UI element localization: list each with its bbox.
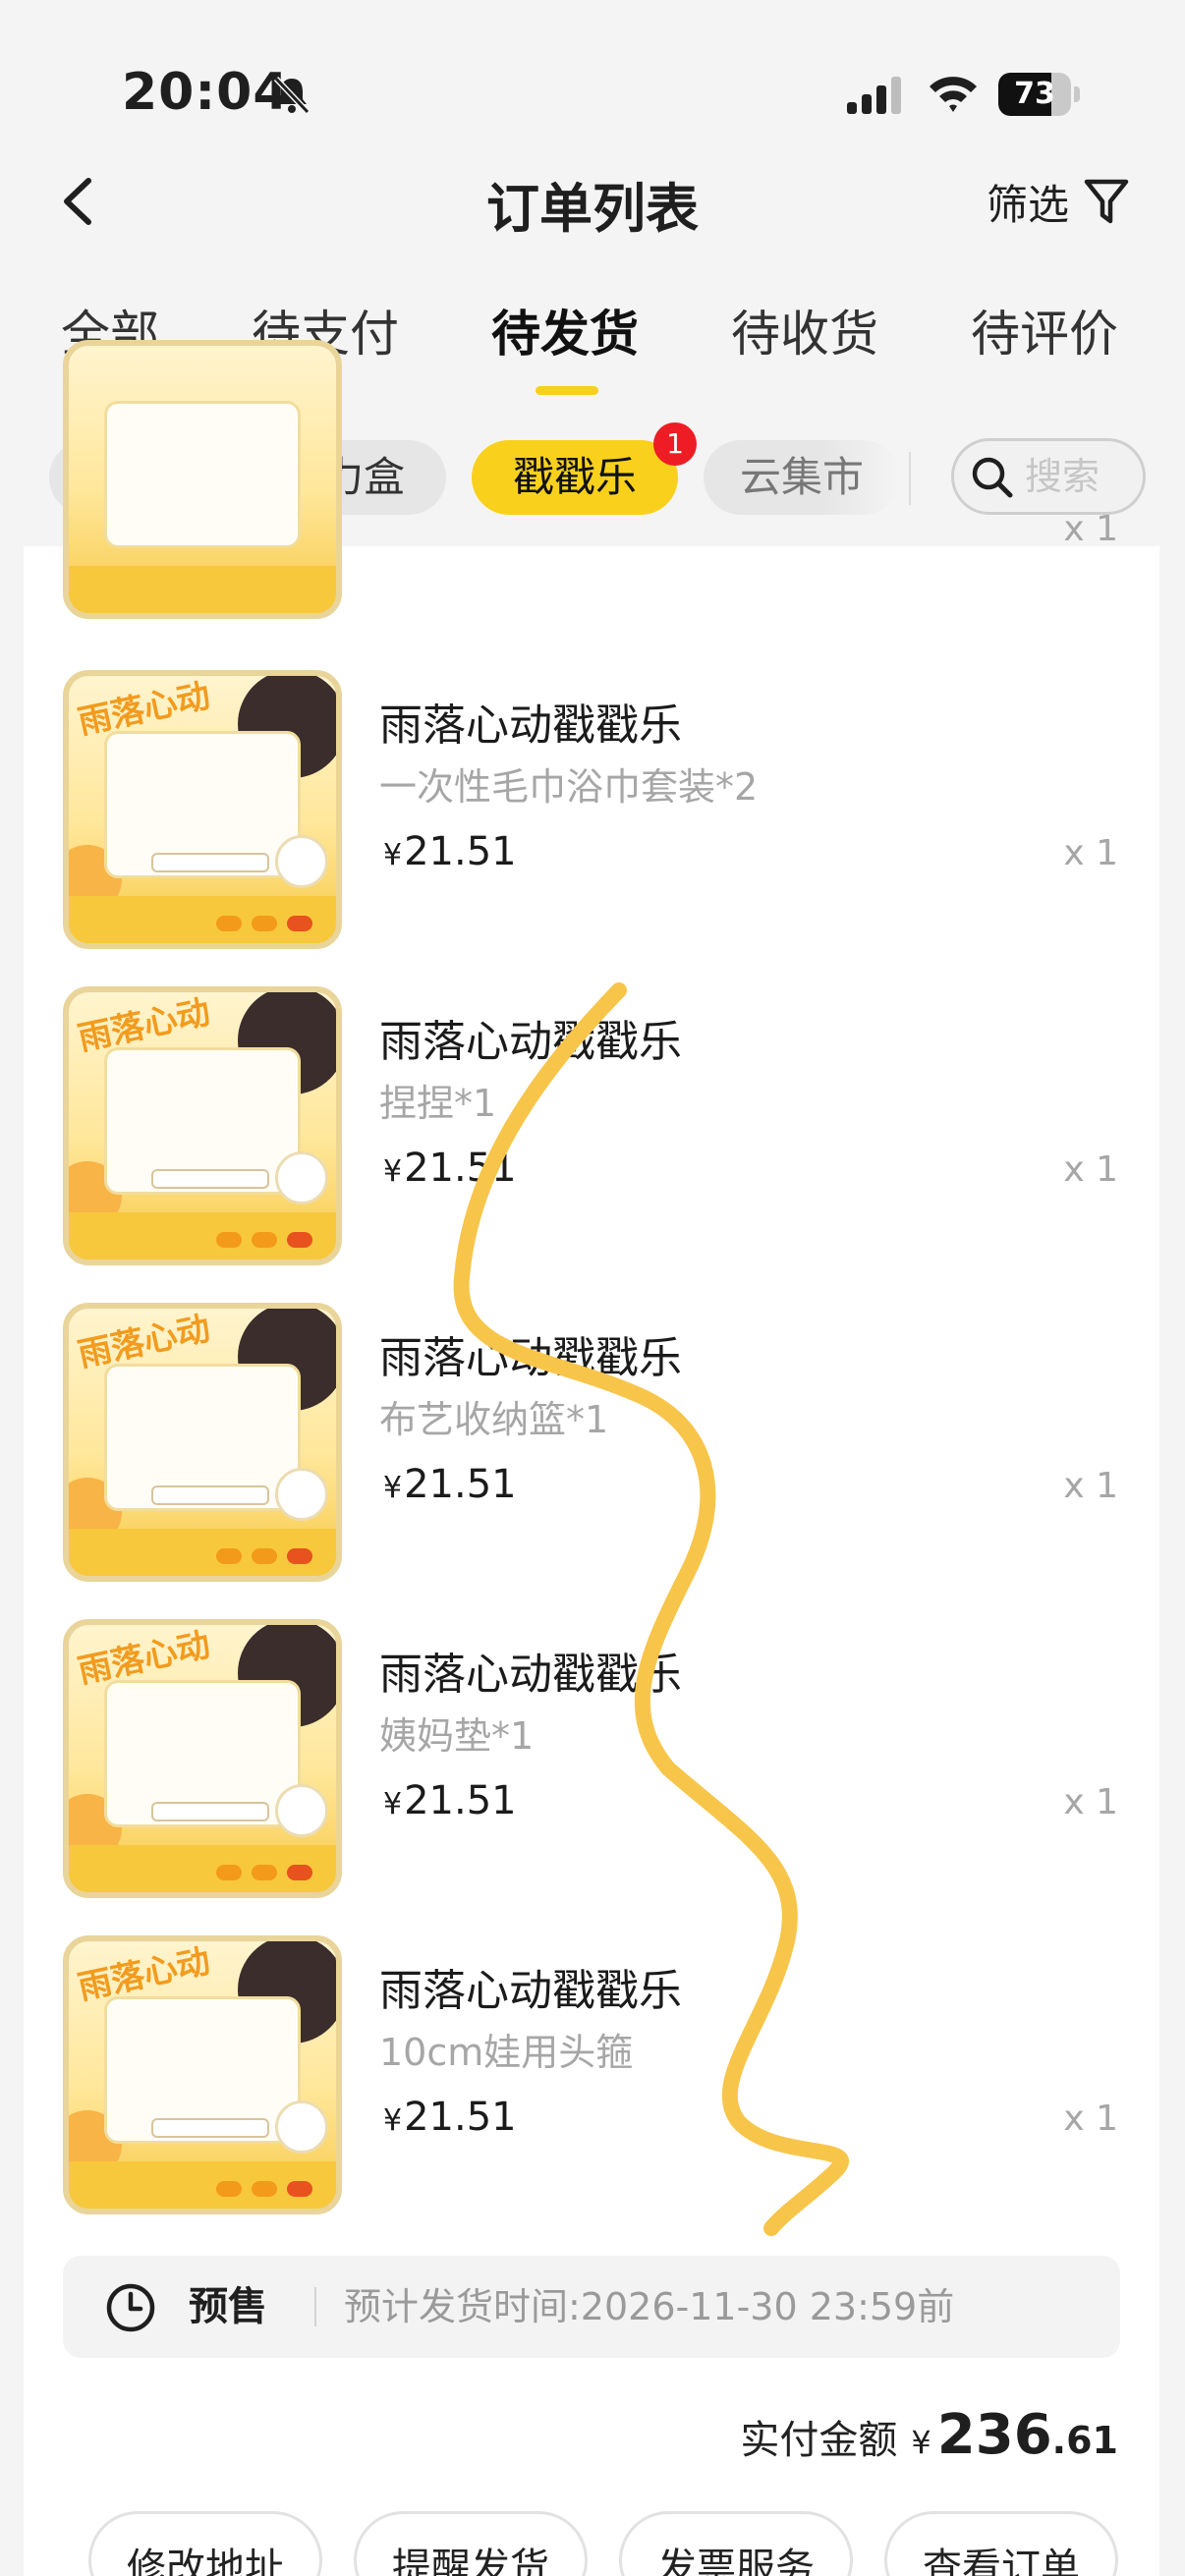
item-title: 雨落心动戳戳乐 [379, 1966, 682, 2016]
currency-symbol: ¥ [383, 2103, 403, 2138]
invoice-service-button[interactable]: 发票服务 [619, 2511, 853, 2576]
currency-symbol: ¥ [383, 838, 403, 872]
item-quantity: x 1 [1063, 509, 1118, 549]
product-thumbnail: 雨落心动 [63, 986, 342, 1265]
total-integer: 236 [936, 2403, 1052, 2467]
bunny-decoration [275, 1468, 328, 1521]
price-value: 21.51 [404, 2095, 517, 2140]
filter-label: 筛选 [987, 180, 1070, 229]
product-thumbnail: 雨落心动 [63, 1935, 342, 2214]
item-price: ¥21.51 [383, 1462, 517, 1507]
product-thumbnail: 雨落心动 [63, 1303, 342, 1582]
price-value: 21.51 [404, 1146, 517, 1191]
price-value: 21.51 [404, 829, 517, 874]
thumb-dot [287, 1548, 312, 1564]
product-image-label [151, 1802, 269, 1821]
battery-indicator: 73 [998, 73, 1080, 116]
bunny-decoration [275, 1151, 328, 1204]
bell-muted-icon [273, 76, 310, 115]
list-item[interactable]: 雨落心动 雨落心动戳戳乐一次性毛巾浴巾套装*2 ¥21.51 x 1 [24, 670, 1159, 955]
item-quantity: x 1 [1063, 1149, 1118, 1190]
item-price: ¥21.51 [383, 1778, 517, 1823]
presale-info: 预售 预计发货时间:2026-11-30 23:59前 [63, 2256, 1120, 2358]
thumb-dot [287, 916, 312, 931]
list-item[interactable]: 雨落心动 雨落心动戳戳乐 10cm娃用头箍 ¥21.51 x 1 [24, 1935, 1159, 2220]
thumb-dot [216, 1865, 242, 1880]
list-item[interactable]: 雨落心动 雨落心动戳戳乐姨妈垫*1 ¥21.51 x 1 [24, 1619, 1159, 1904]
item-title: 雨落心动戳戳乐 [379, 1017, 682, 1067]
product-image-label [151, 1169, 269, 1189]
item-spec: 10cm娃用头箍 [379, 2031, 634, 2074]
currency-symbol: ¥ [383, 1787, 403, 1821]
presale-label: 预售 [189, 2284, 267, 2329]
product-image-label [151, 853, 269, 872]
product-image-label [151, 1485, 269, 1505]
list-item[interactable]: 雨落心动 雨落心动戳戳乐布艺收纳篮*1 ¥21.51 x 1 [24, 1303, 1159, 1588]
product-thumbnail: 雨落心动 [63, 670, 342, 949]
bunny-decoration [275, 1784, 328, 1837]
thumb-dot [216, 1232, 242, 1248]
view-order-button[interactable]: 查看订单 [884, 2511, 1118, 2576]
wifi-icon [930, 77, 977, 112]
cellular-signal-icon [847, 77, 901, 114]
status-time: 20:04 [122, 63, 290, 122]
currency-symbol: ¥ [383, 1471, 403, 1505]
item-quantity: x 1 [1063, 2099, 1118, 2139]
bunny-decoration [275, 835, 328, 888]
item-spec: 一次性毛巾浴巾套装*2 [379, 765, 759, 809]
item-quantity: x 1 [1063, 1466, 1118, 1506]
thumb-dot [252, 916, 277, 931]
product-thumbnail [63, 340, 342, 619]
total-label: 实付金额 [740, 2418, 898, 2463]
thumb-dot [287, 1232, 312, 1248]
item-title: 雨落心动戳戳乐 [379, 1650, 682, 1700]
thumb-dot [252, 1865, 277, 1880]
product-thumbnail: 雨落心动 [63, 1619, 342, 1898]
order-card: x 1 雨落心动 雨落心动戳戳乐 一次性毛巾浴巾套装*2 ¥21.51 x 1 雨落心动雨… [24, 340, 1159, 2576]
thumb-dot [216, 916, 242, 931]
bunny-decoration [275, 2100, 328, 2154]
total-decimal: .61 [1051, 2419, 1118, 2462]
filter-icon [1084, 179, 1129, 224]
thumb-dot [252, 2181, 277, 2197]
item-spec: 捏捏*1 [379, 1082, 497, 1125]
item-spec: 布艺收纳篮*1 [379, 1398, 609, 1441]
thumb-dot [252, 1548, 277, 1564]
item-quantity: x 1 [1063, 1782, 1118, 1822]
battery-level: 73 [1014, 77, 1055, 111]
list-item-partial[interactable]: x 1 [24, 340, 1159, 625]
item-spec: 姨妈垫*1 [379, 1714, 535, 1758]
thumb-dot [252, 1232, 277, 1248]
item-price: ¥21.51 [383, 829, 517, 874]
item-title: 雨落心动戳戳乐 [379, 1333, 682, 1383]
item-price: ¥21.51 [383, 2095, 517, 2140]
modify-address-button[interactable]: 修改地址 [88, 2511, 322, 2576]
presale-divider [314, 2287, 316, 2326]
thumb-dot [216, 1548, 242, 1564]
thumb-dot [287, 2181, 312, 2197]
filter-button[interactable]: 筛选 [987, 167, 1130, 236]
list-item[interactable]: 雨落心动 雨落心动戳戳乐捏捏*1 ¥21.51 x 1 [24, 986, 1159, 1271]
total-paid: 实付金额 ¥ 236 .61 [740, 2403, 1118, 2467]
price-value: 21.51 [404, 1778, 517, 1823]
thumb-dot [287, 1865, 312, 1880]
currency-symbol: ¥ [383, 1154, 403, 1189]
item-quantity: x 1 [1063, 833, 1118, 873]
thumb-dot [216, 2181, 242, 2197]
product-image-label [151, 2118, 269, 2138]
clock-icon [106, 2283, 155, 2332]
price-value: 21.51 [404, 1462, 517, 1507]
estimated-shipping-time: 预计发货时间:2026-11-30 23:59前 [344, 2285, 955, 2328]
item-title: 雨落心动戳戳乐 [379, 700, 682, 751]
status-bar: 20:04 73 [0, 0, 1185, 138]
total-currency: ¥ [911, 2424, 931, 2461]
item-price: ¥21.51 [383, 1146, 517, 1191]
remind-shipment-button[interactable]: 提醒发货 [354, 2511, 588, 2576]
